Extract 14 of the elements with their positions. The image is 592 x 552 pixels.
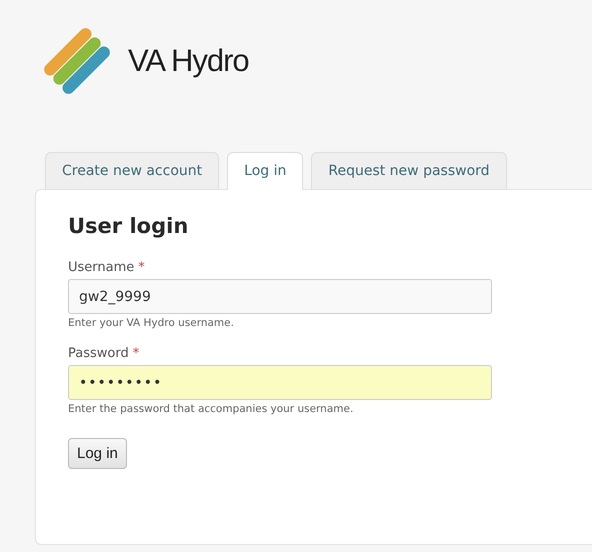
tab[interactable]: Log in — [227, 152, 304, 190]
site-name: VA Hydro — [128, 43, 249, 79]
field-label: Username — [68, 260, 134, 275]
required-mark: * — [138, 260, 145, 275]
field-hint: Enter your VA Hydro username. — [68, 317, 235, 329]
tab[interactable]: Request new password — [311, 152, 507, 189]
input-field[interactable]: gw2_9999 — [68, 279, 492, 314]
field-label: Password — [68, 346, 129, 361]
form-title: User login — [68, 214, 190, 238]
required-mark: * — [132, 346, 140, 361]
login-button[interactable]: Log in — [68, 438, 127, 469]
field-hint: Enter the password that accompanies your username. — [68, 403, 354, 415]
tab[interactable]: Create new account — [45, 152, 220, 189]
input-field[interactable]: ••••••••• — [68, 365, 492, 400]
